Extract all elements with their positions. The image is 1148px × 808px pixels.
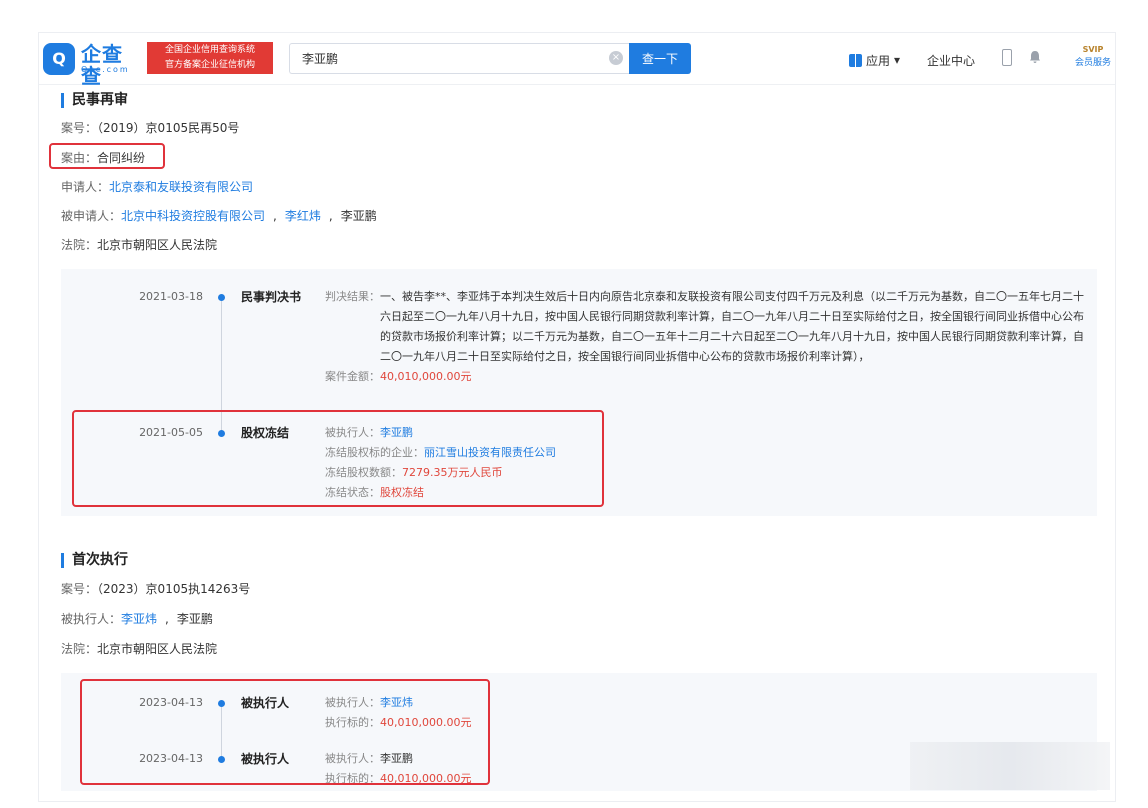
grid-icon [849, 53, 862, 67]
exec-target-label: 执行标的： [325, 772, 380, 785]
executee-link[interactable]: 李亚炜 [380, 696, 413, 709]
exec-target-row: 执行标的：40,010,000.00元 [325, 713, 1087, 733]
executee-label: 被执行人： [61, 612, 122, 626]
retrial-court: 法院：北京市朝阳区人民法院 [61, 237, 217, 253]
executee-link[interactable]: 李亚鹏 [380, 426, 413, 439]
case-no-value: （2019）京0105民再50号 [97, 121, 240, 135]
executee-link[interactable]: 李亚炜 [121, 612, 157, 626]
event-date: 2021-03-18 [139, 290, 203, 303]
exec-target-value: 40,010,000.00元 [380, 716, 472, 729]
timeline-dot-icon [218, 700, 225, 707]
court-value: 北京市朝阳区人民法院 [97, 642, 218, 656]
slogan-line-2: 官方备案企业征信机构 [164, 60, 255, 70]
retrial-section-title: 民事再审 [61, 93, 128, 108]
retrial-respondents: 被申请人：北京中科投资控股有限公司, 李红炜, 李亚鹏 [61, 209, 377, 223]
respondent-label: 被申请人： [61, 209, 122, 223]
event-type[interactable]: 被执行人 [241, 751, 289, 767]
case-no-value: （2023）京0105执14263号 [97, 582, 251, 596]
status-value: 股权冻结 [380, 486, 424, 499]
executee-label: 被执行人： [325, 696, 380, 709]
chevron-down-icon: ▾ [894, 53, 901, 67]
timeline-dot-icon [218, 756, 225, 763]
svip-tag: SVIP [1082, 45, 1104, 54]
applicant-link[interactable]: 北京泰和友联投资有限公司 [109, 180, 253, 194]
event-date: 2023-04-13 [139, 752, 203, 765]
clear-search-icon[interactable]: × [609, 51, 623, 65]
slogan-line-1: 全国企业信用查询系统 [164, 45, 255, 55]
slogan-badge: 全国企业信用查询系统 官方备案企业征信机构 [147, 42, 273, 74]
applicant-label: 申请人： [61, 180, 110, 194]
search-button[interactable]: 查一下 [629, 43, 691, 74]
enterprise-center-link[interactable]: 企业中心 [927, 52, 975, 69]
court-value: 北京市朝阳区人民法院 [97, 238, 218, 252]
case-no-label: 案号： [61, 582, 98, 596]
executee-label: 被执行人： [325, 426, 380, 439]
case-no-label: 案号： [61, 121, 98, 135]
frozen-status-row: 冻结状态：股权冻结 [325, 483, 1087, 503]
amount-label: 案件金额： [325, 370, 380, 383]
search-input[interactable] [289, 43, 629, 74]
respondent-link[interactable]: 李红炜 [285, 209, 321, 223]
phone-icon[interactable] [1002, 49, 1012, 66]
event-fields: 判决结果： 一、被告李**、李亚炜于本判决生效后十日内向原告北京泰和友联投资有限… [325, 287, 1087, 387]
retrial-cause: 案由：合同纠纷 [61, 150, 145, 166]
svip-member-entry[interactable]: SVIP 会员服务 [1073, 45, 1113, 68]
judgment-result-row: 判决结果： 一、被告李**、李亚炜于本判决生效后十日内向原告北京泰和友联投资有限… [325, 287, 1087, 367]
retrial-timeline: 2021-03-18 民事判决书 判决结果： 一、被告李**、李亚炜于本判决生效… [61, 269, 1097, 516]
svip-label: 会员服务 [1074, 58, 1111, 68]
result-text: 一、被告李**、李亚炜于本判决生效后十日内向原告北京泰和友联投资有限公司支付四千… [380, 290, 1084, 363]
respondent-link[interactable]: 北京中科投资控股有限公司 [121, 209, 265, 223]
executee-row: 被执行人：李亚炜 [325, 693, 1087, 713]
executee-label: 被执行人： [325, 752, 380, 765]
executee-row: 被执行人：李亚鹏 [325, 423, 1087, 443]
bell-icon[interactable] [1029, 50, 1041, 64]
result-label: 判决结果： [325, 290, 380, 303]
cause-label: 案由： [61, 151, 98, 165]
apps-label: 应用 [866, 53, 891, 68]
qcc-logo[interactable]: Q 企查查 Qcc.com [43, 43, 143, 87]
timeline-dot-icon [218, 430, 225, 437]
timeline-connector [221, 297, 222, 437]
retrial-applicant: 申请人：北京泰和友联投资有限公司 [61, 179, 253, 195]
logo-badge-icon: Q [43, 43, 75, 75]
frozen-amount-label: 冻结股权数额： [325, 466, 402, 479]
first-execution-section-title: 首次执行 [61, 553, 128, 568]
target-company-row: 冻结股权标的企业：丽江雪山投资有限责任公司 [325, 443, 1087, 463]
exec-case-number: 案号：（2023）京0105执14263号 [61, 581, 250, 597]
amount-value: 40,010,000.00元 [380, 370, 472, 383]
blurred-watermark [910, 742, 1110, 790]
amount-row: 案件金额：40,010,000.00元 [325, 367, 1087, 387]
exec-executees: 被执行人：李亚炜, 李亚鹏 [61, 612, 213, 626]
court-label: 法院： [61, 238, 98, 252]
event-fields: 被执行人：李亚鹏 冻结股权标的企业：丽江雪山投资有限责任公司 冻结股权数额：72… [325, 423, 1087, 503]
event-type[interactable]: 被执行人 [241, 695, 289, 711]
target-company-link[interactable]: 丽江雪山投资有限责任公司 [424, 446, 556, 459]
page-frame: Q 企查查 Qcc.com 全国企业信用查询系统 官方备案企业征信机构 × 查一… [38, 32, 1116, 802]
timeline-dot-icon [218, 294, 225, 301]
retrial-case-number: 案号：（2019）京0105民再50号 [61, 120, 239, 136]
event-type[interactable]: 股权冻结 [241, 425, 289, 441]
event-fields: 被执行人：李亚炜 执行标的：40,010,000.00元 [325, 693, 1087, 733]
timeline-connector [221, 705, 222, 763]
exec-target-value: 40,010,000.00元 [380, 772, 472, 785]
frozen-amount-row: 冻结股权数额：7279.35万元人民币 [325, 463, 1087, 483]
status-label: 冻结状态： [325, 486, 380, 499]
frozen-amount-value: 7279.35万元人民币 [402, 466, 503, 479]
target-label: 冻结股权标的企业： [325, 446, 424, 459]
event-type[interactable]: 民事判决书 [241, 289, 301, 305]
apps-menu[interactable]: 应用 ▾ [849, 50, 900, 70]
court-label: 法院： [61, 642, 98, 656]
executee-name: 李亚鹏 [176, 612, 213, 626]
logo-subtext: Qcc.com [81, 65, 130, 74]
event-date: 2021-05-05 [139, 426, 203, 439]
executee-name: 李亚鹏 [380, 752, 413, 765]
top-header: Q 企查查 Qcc.com 全国企业信用查询系统 官方备案企业征信机构 × 查一… [39, 33, 1115, 87]
event-date: 2023-04-13 [139, 696, 203, 709]
cause-value: 合同纠纷 [97, 151, 146, 165]
exec-court: 法院：北京市朝阳区人民法院 [61, 641, 217, 657]
exec-target-label: 执行标的： [325, 716, 380, 729]
respondent-name: 李亚鹏 [340, 209, 377, 223]
